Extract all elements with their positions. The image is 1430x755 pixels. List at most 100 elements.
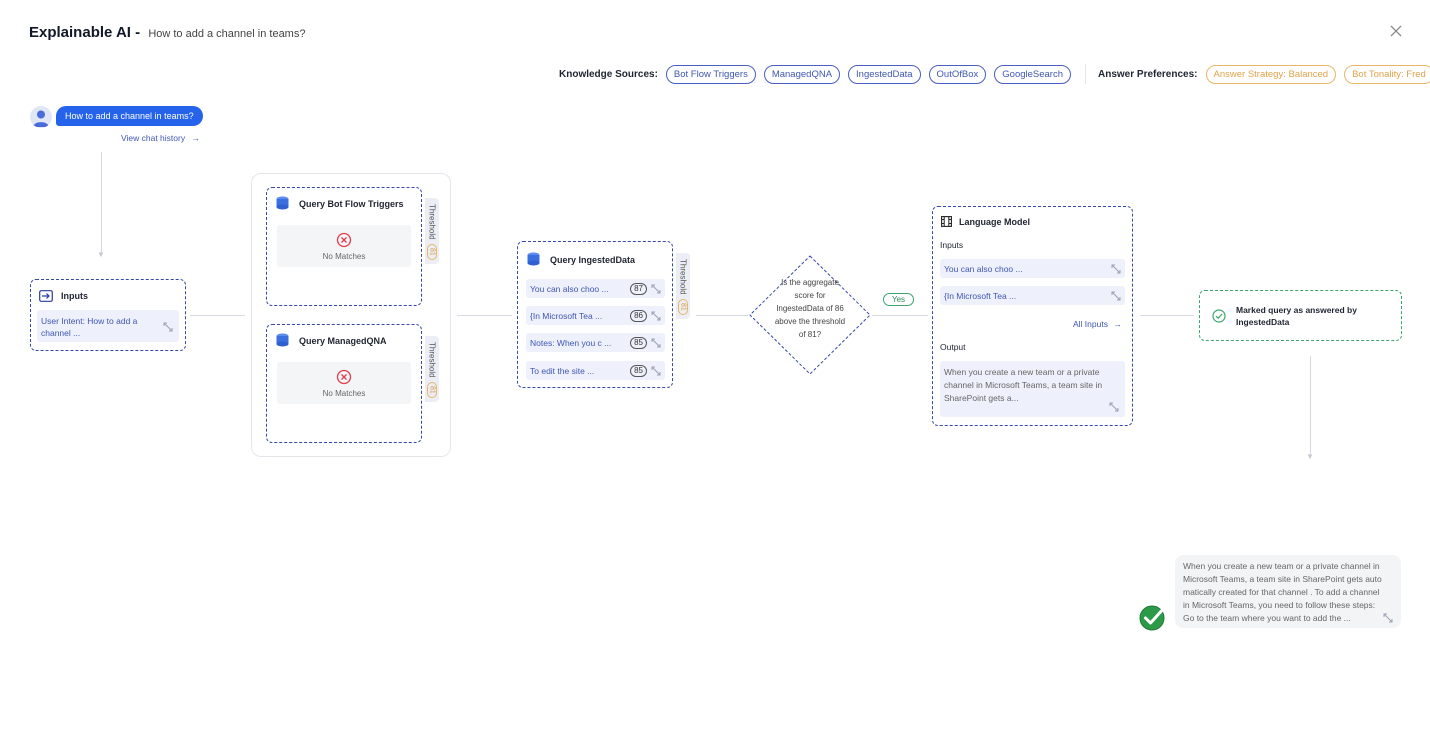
source-pill-ingesteddata[interactable]: IngestedData <box>848 64 921 84</box>
language-model-title: Language Model <box>959 217 1031 227</box>
expand-icon[interactable] <box>651 366 661 376</box>
no-matches-panel: No Matches <box>277 362 411 404</box>
model-input-text: {In Microsoft Tea ... <box>944 290 1017 301</box>
error-icon <box>336 369 352 384</box>
result-item[interactable]: Notes: When you c ... 85 <box>526 333 665 352</box>
all-inputs-label: All Inputs <box>1073 319 1108 329</box>
answered-result-text: Marked query as answered by IngestedData <box>1236 304 1357 327</box>
arrow-right-icon: → <box>191 133 200 143</box>
knowledge-sources-label: Knowledge Sources: <box>559 68 658 80</box>
model-input-item[interactable]: {In Microsoft Tea ... <box>940 286 1125 305</box>
threshold-label: Threshold <box>427 342 437 378</box>
expand-icon[interactable] <box>651 284 661 294</box>
connector-line <box>1140 315 1194 316</box>
connector-line <box>457 315 512 316</box>
output-label: Output <box>940 342 966 352</box>
threshold-tab: Threshold 81 <box>425 336 439 402</box>
source-pill-outofbox[interactable]: OutOfBox <box>928 64 987 84</box>
knowledge-sources-bar: Knowledge Sources: Bot Flow Triggers Man… <box>559 64 1430 84</box>
expand-icon[interactable] <box>1109 402 1119 412</box>
divider <box>1085 64 1086 84</box>
title-query: How to add a channel in teams? <box>148 28 306 40</box>
no-matches-panel: No Matches <box>277 225 411 267</box>
user-intent-item[interactable]: User Intent: How to add a channel ... <box>37 310 179 342</box>
database-icon <box>276 333 289 347</box>
bot-flow-triggers-title: Query Bot Flow Triggers <box>299 199 404 209</box>
ingesteddata-card[interactable]: Query IngestedData You can also choo ...… <box>517 241 673 388</box>
no-matches-text: No Matches <box>322 251 366 261</box>
result-item[interactable]: To edit the site ... 85 <box>526 361 665 380</box>
model-output-text: When you create a new team or a private … <box>944 367 1103 403</box>
arrow-down-icon: ▼ <box>1306 452 1314 461</box>
yes-badge: Yes <box>883 293 915 306</box>
result-text: {In Microsoft Tea ... <box>530 310 603 321</box>
managedqna-title: Query ManagedQNA <box>299 336 387 346</box>
input-icon <box>39 290 53 302</box>
film-icon <box>941 216 952 227</box>
final-answer-bubble[interactable]: When you create a new team or a private … <box>1175 555 1401 628</box>
connector-line <box>696 315 748 316</box>
user-intent-text: User Intent: How to add a channel ... <box>41 316 138 338</box>
ingesteddata-title: Query IngestedData <box>550 255 636 265</box>
user-message-bubble: How to add a channel in teams? <box>56 106 203 126</box>
expand-icon[interactable] <box>1111 264 1121 274</box>
model-input-item[interactable]: You can also choo ... <box>940 259 1125 278</box>
connector-line <box>1310 356 1311 456</box>
language-model-card[interactable]: Language Model Inputs You can also choo … <box>932 206 1133 426</box>
database-icon <box>276 196 289 210</box>
close-icon[interactable] <box>1387 22 1405 40</box>
answer-preferences-label: Answer Preferences: <box>1098 68 1198 80</box>
expand-icon[interactable] <box>651 311 661 321</box>
source-pill-googlesearch[interactable]: GoogleSearch <box>994 64 1071 84</box>
threshold-label: Threshold <box>678 259 688 295</box>
inputs-label: Inputs <box>940 240 964 250</box>
answer-strategy-pill[interactable]: Answer Strategy: Balanced <box>1205 64 1337 84</box>
view-chat-history-label: View chat history <box>121 133 186 143</box>
bot-check-icon <box>1139 605 1167 631</box>
all-inputs-link[interactable]: All Inputs → <box>1073 319 1122 329</box>
threshold-label: Threshold <box>427 204 437 240</box>
database-icon <box>527 252 540 266</box>
user-icon <box>33 110 49 127</box>
result-text: You can also choo ... <box>530 283 609 294</box>
result-text: Notes: When you c ... <box>530 337 612 348</box>
connector-line <box>101 152 102 256</box>
threshold-value: 81 <box>678 298 688 315</box>
expand-icon[interactable] <box>1111 291 1121 301</box>
managedqna-card[interactable]: Query ManagedQNA No Matches <box>266 324 422 443</box>
connector-line <box>872 315 928 316</box>
source-pill-managedqna[interactable]: ManagedQNA <box>763 64 841 84</box>
bot-flow-triggers-card[interactable]: Query Bot Flow Triggers No Matches <box>266 187 422 306</box>
final-answer-text: When you create a new team or a private … <box>1183 561 1382 623</box>
page-title: Explainable AI - How to add a channel in… <box>29 24 305 41</box>
result-score: 85 <box>630 336 647 349</box>
expand-icon[interactable] <box>651 338 661 348</box>
result-item[interactable]: You can also choo ... 87 <box>526 279 665 298</box>
view-chat-history-link[interactable]: View chat history → <box>121 133 200 143</box>
threshold-value: 81 <box>427 243 437 260</box>
result-score: 85 <box>630 364 647 377</box>
bot-tonality-pill[interactable]: Bot Tonality: Fred <box>1344 64 1430 84</box>
expand-icon[interactable] <box>1383 613 1393 623</box>
decision-question: Is the aggregate score for IngestedData … <box>774 278 846 339</box>
inputs-card-title: Inputs <box>61 291 88 301</box>
model-output-item[interactable]: When you create a new team or a private … <box>940 361 1125 417</box>
error-icon <box>336 232 352 247</box>
avatar <box>30 106 52 128</box>
threshold-tab: Threshold 81 <box>676 253 690 319</box>
threshold-value: 81 <box>427 381 437 398</box>
threshold-tab: Threshold 81 <box>425 198 439 264</box>
title-label: Explainable AI - <box>29 24 141 41</box>
no-matches-text: No Matches <box>322 388 366 398</box>
result-item[interactable]: {In Microsoft Tea ... 86 <box>526 306 665 325</box>
expand-icon[interactable] <box>163 322 173 332</box>
arrow-down-icon: ▼ <box>97 250 105 259</box>
arrow-right-icon: → <box>1113 319 1122 329</box>
source-pill-bot-flow-triggers[interactable]: Bot Flow Triggers <box>665 64 756 84</box>
inputs-card[interactable]: Inputs User Intent: How to add a channel… <box>30 279 186 351</box>
result-score: 87 <box>630 282 647 295</box>
result-score: 86 <box>630 309 647 322</box>
check-circle-icon <box>1212 308 1226 323</box>
result-text: To edit the site ... <box>530 365 595 376</box>
model-input-text: You can also choo ... <box>944 263 1023 274</box>
